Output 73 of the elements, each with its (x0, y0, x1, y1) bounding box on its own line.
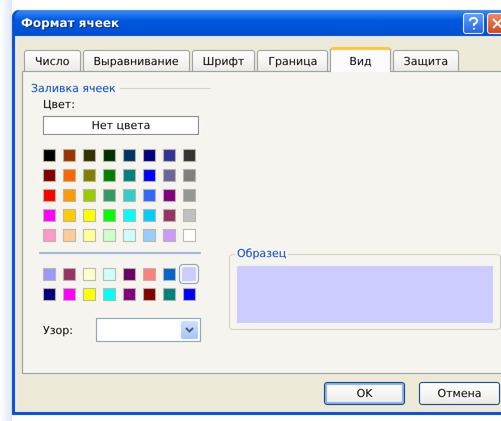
color-swatch[interactable] (82, 288, 96, 300)
color-swatch[interactable] (82, 168, 96, 182)
color-swatch[interactable] (42, 228, 56, 242)
color-swatch[interactable] (42, 268, 56, 280)
color-swatch[interactable] (142, 168, 156, 182)
color-swatch[interactable] (182, 148, 196, 162)
color-swatch[interactable] (102, 168, 116, 182)
color-swatch[interactable] (102, 228, 116, 242)
color-swatch[interactable] (142, 188, 156, 202)
group-legend: Заливка ячеек (31, 82, 116, 95)
color-swatch[interactable] (62, 168, 76, 182)
color-swatch[interactable] (102, 188, 116, 202)
color-swatch[interactable] (42, 148, 56, 162)
color-swatch[interactable] (62, 288, 76, 300)
color-swatch[interactable] (162, 188, 176, 202)
question-mark-icon (469, 16, 478, 30)
color-swatch[interactable] (82, 228, 96, 242)
close-icon (492, 18, 501, 28)
tab[interactable]: Число (24, 50, 80, 71)
color-swatch[interactable] (162, 208, 176, 222)
dialog-button[interactable]: Отмена (419, 382, 500, 404)
color-swatch[interactable] (182, 188, 196, 202)
color-label: Цвет: (42, 98, 76, 111)
color-swatch[interactable] (142, 228, 156, 242)
color-swatch[interactable] (122, 228, 136, 242)
color-swatch[interactable] (102, 208, 116, 222)
color-swatch[interactable] (102, 288, 116, 300)
tab[interactable]: Граница (257, 50, 328, 71)
color-swatch[interactable] (62, 188, 76, 202)
help-button[interactable] (463, 12, 484, 34)
color-swatch[interactable] (122, 268, 136, 280)
color-swatch[interactable] (142, 208, 156, 222)
color-swatch[interactable] (182, 228, 196, 242)
color-swatch[interactable] (62, 228, 76, 242)
color-swatch[interactable] (102, 148, 116, 162)
tab[interactable]: Шрифт (192, 50, 256, 71)
pattern-dropdown[interactable] (96, 318, 201, 342)
color-swatch[interactable] (162, 148, 176, 162)
color-swatch[interactable] (42, 208, 56, 222)
color-swatch[interactable] (182, 168, 196, 182)
color-swatch[interactable] (142, 268, 156, 280)
color-swatch[interactable] (182, 288, 196, 300)
color-swatch[interactable] (122, 208, 136, 222)
color-swatch[interactable] (102, 268, 116, 280)
color-swatch[interactable] (122, 168, 136, 182)
color-swatch[interactable] (142, 288, 156, 300)
color-swatch[interactable] (62, 148, 76, 162)
color-swatch[interactable] (42, 288, 56, 300)
color-swatch[interactable] (122, 188, 136, 202)
color-swatch[interactable] (162, 228, 176, 242)
group-legend: Образец (235, 247, 288, 260)
color-swatch[interactable] (162, 268, 176, 280)
color-swatch[interactable] (42, 168, 56, 182)
color-swatch[interactable] (122, 288, 136, 300)
color-swatch[interactable] (62, 208, 76, 222)
window-title: Формат ячеек (21, 16, 120, 30)
color-swatch[interactable] (82, 148, 96, 162)
pattern-label: Узор: (43, 324, 74, 336)
tab[interactable]: Защита (392, 50, 460, 71)
color-swatch[interactable] (142, 148, 156, 162)
color-swatch[interactable] (82, 208, 96, 222)
tab[interactable]: Выравнивание (82, 50, 190, 71)
color-swatch[interactable] (82, 188, 96, 202)
color-swatch[interactable] (42, 188, 56, 202)
color-swatch[interactable] (122, 148, 136, 162)
tab[interactable]: Вид (330, 47, 391, 72)
color-swatch[interactable] (162, 288, 176, 300)
color-swatch[interactable] (82, 268, 96, 280)
dialog-button[interactable]: OK (324, 382, 405, 404)
color-swatch[interactable] (62, 268, 76, 280)
no-color-button[interactable]: Нет цвета (43, 116, 199, 135)
color-swatch[interactable] (182, 208, 196, 222)
color-swatch[interactable] (162, 168, 176, 182)
